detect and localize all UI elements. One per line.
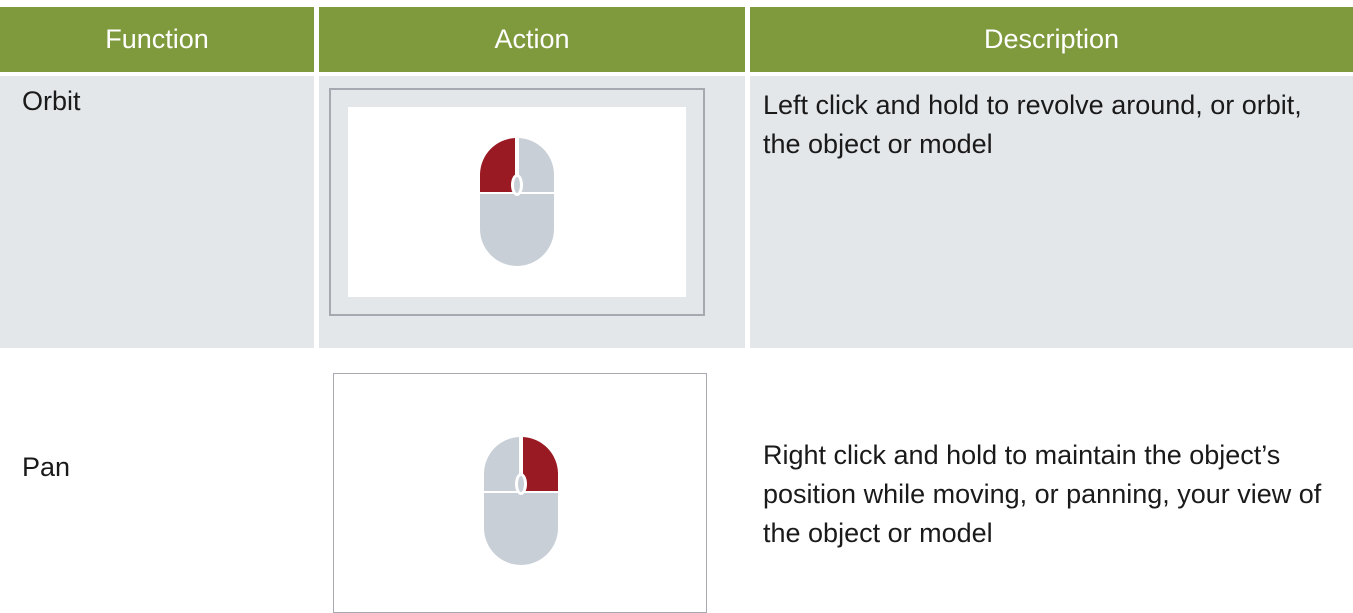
pan-function-label: Pan [22, 452, 71, 482]
orbit-action-image [348, 107, 686, 297]
pan-description: Right click and hold to maintain the obj… [763, 440, 1322, 548]
header-action: Action [319, 7, 745, 72]
orbit-description: Left click and hold to revolve around, o… [763, 90, 1302, 159]
orbit-action-frame [329, 88, 705, 316]
header-function: Function [0, 7, 314, 72]
pan-action-frame [333, 373, 707, 613]
header-description: Description [750, 7, 1353, 72]
orbit-function-label: Orbit [22, 86, 81, 116]
mouse-left-click-icon [480, 138, 554, 266]
mouse-right-click-icon [484, 437, 558, 565]
mouse-controls-table: Function Action Description Orbit Left c… [0, 0, 1353, 613]
